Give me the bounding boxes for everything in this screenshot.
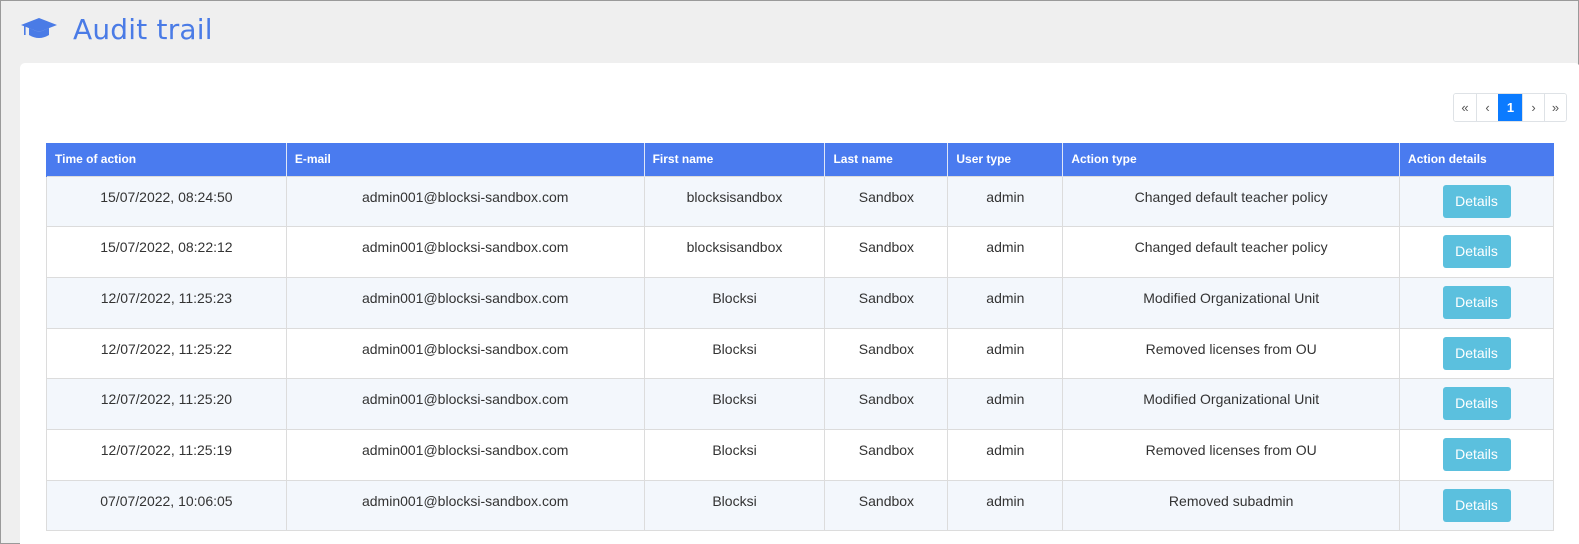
cell-action-type: Removed licenses from OU xyxy=(1062,327,1401,380)
cell-email: admin001@blocksi-sandbox.com xyxy=(285,276,645,329)
cell-time: 12/07/2022, 11:25:23 xyxy=(46,276,287,329)
cell-first-name: Blocksi xyxy=(643,428,826,481)
cell-time: 12/07/2022, 11:25:22 xyxy=(46,327,287,380)
cell-user-type: admin xyxy=(947,276,1064,329)
cell-first-name: blocksisandbox xyxy=(643,175,826,228)
details-button[interactable]: Details xyxy=(1442,488,1511,522)
details-button[interactable]: Details xyxy=(1442,235,1511,269)
cell-action-details: Details xyxy=(1399,378,1554,430)
pagination-next-button[interactable]: › xyxy=(1522,94,1544,121)
cell-user-type: admin xyxy=(947,378,1064,430)
cell-email: admin001@blocksi-sandbox.com xyxy=(285,175,645,228)
details-button[interactable]: Details xyxy=(1442,285,1511,319)
cell-email: admin001@blocksi-sandbox.com xyxy=(285,428,645,481)
table-row: 12/07/2022, 11:25:23 admin001@blocksi-san… xyxy=(46,276,1554,329)
pagination-last-button[interactable]: » xyxy=(1544,94,1566,121)
column-header-time[interactable]: Time of action xyxy=(46,143,287,176)
table-header-row: Time of action E-mail First name Last na… xyxy=(46,143,1554,176)
details-button[interactable]: Details xyxy=(1442,336,1511,370)
cell-time: 12/07/2022, 11:25:20 xyxy=(46,378,287,430)
cell-action-details: Details xyxy=(1399,428,1554,481)
table-row: 12/07/2022, 11:25:22 admin001@blocksi-san… xyxy=(46,327,1554,380)
cell-action-details: Details xyxy=(1399,175,1554,228)
cell-action-type: Modified Organizational Unit xyxy=(1062,378,1401,430)
cell-action-details: Details xyxy=(1399,276,1554,329)
cell-first-name: blocksisandbox xyxy=(643,226,826,278)
cell-time: 12/07/2022, 11:25:19 xyxy=(46,428,287,481)
pagination-first-button[interactable]: « xyxy=(1454,94,1476,121)
cell-last-name: Sandbox xyxy=(824,479,949,532)
table-row: 12/07/2022, 11:25:19 admin001@blocksi-san… xyxy=(46,428,1554,481)
column-header-action-details: Action details xyxy=(1399,143,1554,176)
column-header-first-name[interactable]: First name xyxy=(643,143,825,176)
pagination-page-1[interactable]: 1 xyxy=(1498,94,1522,121)
cell-action-details: Details xyxy=(1399,327,1554,380)
table-row: 12/07/2022, 11:25:20 admin001@blocksi-san… xyxy=(46,378,1554,430)
cell-email: admin001@blocksi-sandbox.com xyxy=(285,327,645,380)
table-row: 15/07/2022, 08:24:50 admin001@blocksi-san… xyxy=(46,175,1554,228)
content-panel: « ‹ 1 › » Time of action E-mail First na… xyxy=(20,63,1579,544)
cell-action-type: Removed licenses from OU xyxy=(1062,428,1401,481)
cell-last-name: Sandbox xyxy=(824,378,949,430)
details-button[interactable]: Details xyxy=(1442,437,1511,471)
cell-time: 07/07/2022, 10:06:05 xyxy=(46,479,287,532)
cell-user-type: admin xyxy=(947,327,1064,380)
cell-first-name: Blocksi xyxy=(643,479,826,532)
cell-email: admin001@blocksi-sandbox.com xyxy=(285,226,645,278)
details-button[interactable]: Details xyxy=(1442,184,1511,218)
column-header-email[interactable]: E-mail xyxy=(285,143,645,176)
audit-table: Time of action E-mail First name Last na… xyxy=(46,143,1554,532)
cell-action-type: Removed subadmin xyxy=(1062,479,1401,532)
table-row: 07/07/2022, 10:06:05 admin001@blocksi-san… xyxy=(46,479,1554,532)
cell-last-name: Sandbox xyxy=(824,327,949,380)
cell-user-type: admin xyxy=(947,226,1064,278)
cell-user-type: admin xyxy=(947,175,1064,228)
details-button[interactable]: Details xyxy=(1442,387,1511,421)
cell-last-name: Sandbox xyxy=(824,226,949,278)
page-header: Audit trail xyxy=(19,9,213,49)
pagination: « ‹ 1 › » xyxy=(1453,93,1567,122)
cell-last-name: Sandbox xyxy=(824,428,949,481)
cell-first-name: Blocksi xyxy=(643,378,826,430)
cell-user-type: admin xyxy=(947,479,1064,532)
cell-action-type: Modified Organizational Unit xyxy=(1062,276,1401,329)
pagination-prev-button[interactable]: ‹ xyxy=(1476,94,1498,121)
cell-first-name: Blocksi xyxy=(643,327,826,380)
graduation-cap-icon xyxy=(19,14,59,44)
cell-action-type: Changed default teacher policy xyxy=(1062,226,1401,278)
column-header-action-type[interactable]: Action type xyxy=(1062,143,1400,176)
cell-action-details: Details xyxy=(1399,479,1554,532)
cell-email: admin001@blocksi-sandbox.com xyxy=(285,479,645,532)
cell-last-name: Sandbox xyxy=(824,175,949,228)
cell-time: 15/07/2022, 08:22:12 xyxy=(46,226,287,278)
cell-last-name: Sandbox xyxy=(824,276,949,329)
cell-email: admin001@blocksi-sandbox.com xyxy=(285,378,645,430)
cell-first-name: Blocksi xyxy=(643,276,826,329)
table-row: 15/07/2022, 08:22:12 admin001@blocksi-san… xyxy=(46,226,1554,278)
column-header-user-type[interactable]: User type xyxy=(947,143,1063,176)
cell-user-type: admin xyxy=(947,428,1064,481)
page-title: Audit trail xyxy=(73,12,213,46)
cell-action-details: Details xyxy=(1399,226,1554,278)
cell-time: 15/07/2022, 08:24:50 xyxy=(46,175,287,228)
cell-action-type: Changed default teacher policy xyxy=(1062,175,1401,228)
column-header-last-name[interactable]: Last name xyxy=(824,143,948,176)
